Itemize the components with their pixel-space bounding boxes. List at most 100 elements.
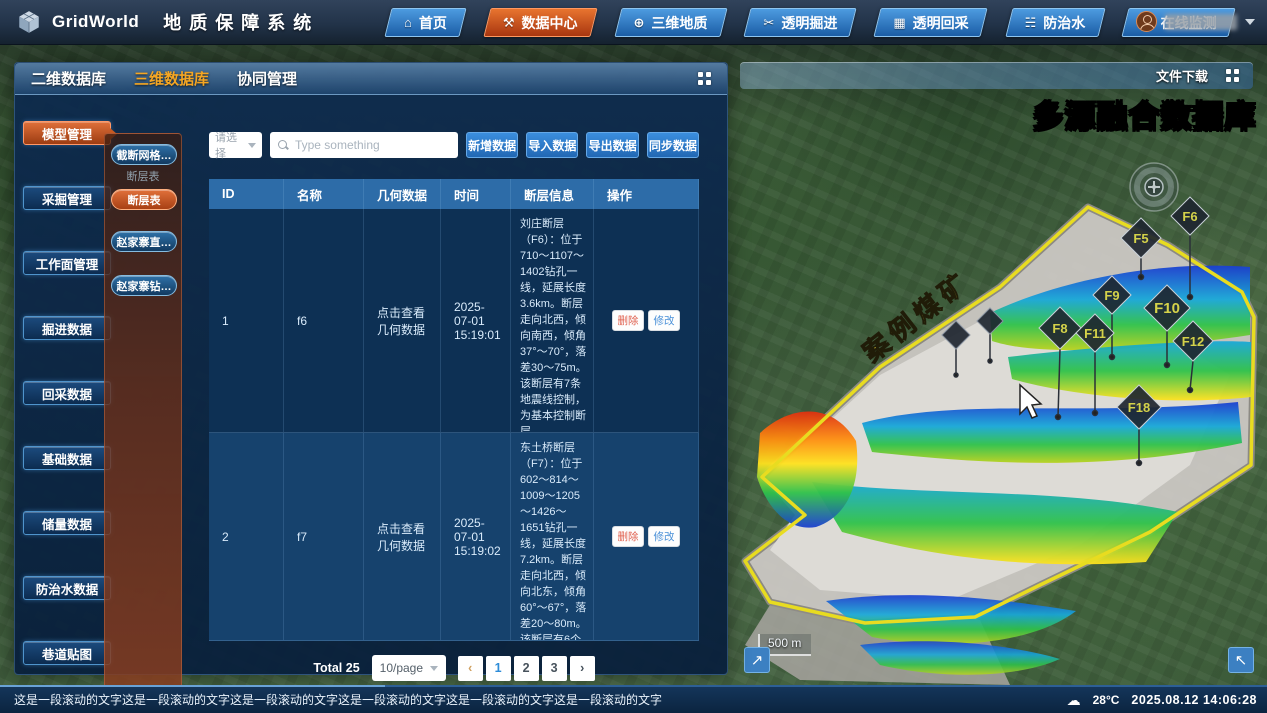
svg-text:F8: F8	[1052, 321, 1067, 336]
dataset-item-fault-table[interactable]: 断层表	[111, 189, 177, 210]
nav-label: 首页	[419, 13, 447, 33]
next-page-button[interactable]: ›	[570, 656, 595, 681]
tab-3d-database[interactable]: 三维数据库	[134, 68, 209, 89]
sidebar-item-model-management[interactable]: 模型管理	[23, 121, 111, 145]
tab-collaboration[interactable]: 协同管理	[237, 68, 297, 89]
top-navigation-bar: GridWorld 地质保障系统 ⌂ 首页 ⚒ 数据中心 ⊕ 三维地质 ✂ 透明…	[0, 0, 1267, 45]
expand-left-button[interactable]: ↗	[744, 647, 770, 673]
category-sidebar: 模型管理 采掘管理 工作面管理 掘进数据 回采数据 基础数据 储量数据 防治水数…	[23, 121, 111, 665]
sidebar-item-reserve-data[interactable]: 储量数据	[23, 511, 111, 535]
page-button-2[interactable]: 2	[514, 656, 539, 681]
mining-icon: ▦	[893, 16, 905, 29]
user-box[interactable]	[1136, 11, 1255, 32]
edit-button[interactable]: 修改	[648, 310, 680, 331]
geological-model	[745, 207, 1254, 685]
table-body: 1 f6 点击查看几何数据 2025-07-01 15:19:01 刘庄断层（F…	[209, 209, 699, 641]
page-buttons: ‹ 1 2 3 ›	[458, 656, 595, 681]
filter-select-value: 请选择	[215, 129, 248, 161]
svg-text:F18: F18	[1128, 400, 1150, 415]
file-download-button[interactable]: 文件下载	[1156, 66, 1208, 85]
sidebar-item-water-control-data[interactable]: 防治水数据	[23, 576, 111, 600]
map-header-band: 文件下载	[740, 62, 1253, 89]
nav-label: 防治水	[1043, 13, 1085, 33]
page-button-3[interactable]: 3	[542, 656, 567, 681]
sidebar-item-tunnel-texture[interactable]: 巷道贴图	[23, 641, 111, 665]
cell-actions: 删除 修改	[594, 433, 699, 640]
status-right: ☁ 28°C 2025.08.12 14:06:28	[1067, 687, 1257, 713]
nav-label: 三维地质	[651, 13, 707, 33]
search-input[interactable]	[295, 138, 450, 152]
water-icon: ☵	[1025, 16, 1037, 29]
nav-item-data-center[interactable]: ⚒ 数据中心	[487, 8, 594, 37]
table-row: 2 f7 点击查看几何数据 2025-07-01 15:19:02 东土桥断层（…	[209, 433, 699, 641]
cell-id: 1	[209, 209, 284, 432]
nav-label: 透明掘进	[781, 13, 837, 33]
cell-fault-info: 东土桥断层（F7）：位于602～814～1009～1205～1426～1651钻…	[511, 433, 594, 640]
table-row: 1 f6 点击查看几何数据 2025-07-01 15:19:01 刘庄断层（F…	[209, 209, 699, 433]
sidebar-item-basic-data[interactable]: 基础数据	[23, 446, 111, 470]
svg-text:F5: F5	[1133, 231, 1148, 246]
search-box[interactable]	[270, 132, 458, 158]
total-count: Total 25	[313, 661, 359, 675]
nav-item-3d-geology[interactable]: ⊕ 三维地质	[618, 8, 724, 37]
table-header: ID 名称 几何数据 时间 断层信息 操作	[209, 179, 699, 209]
delete-button[interactable]: 删除	[612, 310, 644, 331]
sidebar-item-extraction-data[interactable]: 回采数据	[23, 381, 111, 405]
table-content-area: 请选择 新增数据 导入数据 导出数据 同步数据 ID 名称	[209, 95, 699, 675]
add-data-button[interactable]: 新增数据	[466, 132, 518, 158]
chevron-down-icon[interactable]	[1245, 19, 1255, 25]
fault-marker-f6[interactable]: F6	[1171, 197, 1209, 235]
cell-name: f7	[284, 433, 364, 640]
nav-label: 透明回采	[913, 13, 969, 33]
excavation-icon: ✂	[763, 16, 774, 29]
tab-2d-database[interactable]: 二维数据库	[31, 68, 106, 89]
column-header-geometry: 几何数据	[364, 179, 441, 209]
column-header-name: 名称	[284, 179, 364, 209]
cell-geometry-link[interactable]: 点击查看几何数据	[364, 433, 441, 640]
nav-item-transparent-mining[interactable]: ▦ 透明回采	[877, 8, 984, 37]
cell-name: f6	[284, 209, 364, 432]
database-panel: 二维数据库 三维数据库 协同管理 模型管理 采掘管理 工作面管理 掘进数据 回采…	[14, 62, 728, 675]
compass-widget[interactable]	[1130, 163, 1178, 211]
filter-select[interactable]: 请选择	[209, 132, 262, 158]
dataset-item-zhaojiazhai-vertical[interactable]: 赵家寨直…	[111, 231, 177, 252]
chevron-down-icon	[430, 666, 438, 671]
chevron-down-icon	[248, 143, 256, 148]
svg-text:F12: F12	[1182, 334, 1204, 349]
page-size-select[interactable]: 10/page	[372, 655, 446, 681]
dataset-item-zhaojiazhai-drill[interactable]: 赵家寨钻…	[111, 275, 177, 296]
nav-label: 数据中心	[522, 13, 578, 33]
pagination: Total 25 10/page ‹ 1 2 3 ›	[209, 655, 699, 681]
nav-item-home[interactable]: ⌂ 首页	[388, 8, 463, 37]
status-bar: 这是一段滚动的文字这是一段滚动的文字这是一段滚动的文字这是一段滚动的文字这是一段…	[0, 685, 1267, 713]
cell-geometry-link[interactable]: 点击查看几何数据	[364, 209, 441, 432]
data-center-icon: ⚒	[503, 16, 515, 29]
prev-page-button[interactable]: ‹	[458, 656, 483, 681]
username-redacted	[1165, 14, 1237, 30]
sidebar-item-excavation-data[interactable]: 掘进数据	[23, 316, 111, 340]
nav-item-transparent-excavation[interactable]: ✂ 透明掘进	[747, 8, 853, 37]
delete-button[interactable]: 删除	[612, 526, 644, 547]
panel-body: 模型管理 采掘管理 工作面管理 掘进数据 回采数据 基础数据 储量数据 防治水数…	[15, 95, 727, 675]
user-avatar-icon[interactable]	[1136, 11, 1157, 32]
map-title-overlay: 多源融合数据库	[1033, 92, 1257, 136]
search-icon	[278, 140, 289, 151]
page-button-1[interactable]: 1	[486, 656, 511, 681]
table-toolbar: 请选择 新增数据 导入数据 导出数据 同步数据	[209, 132, 699, 158]
map-expand-icon[interactable]	[1226, 69, 1239, 82]
import-data-button[interactable]: 导入数据	[526, 132, 578, 158]
sidebar-item-workface-management[interactable]: 工作面管理	[23, 251, 111, 275]
dataset-item-grid[interactable]: 截断网格…	[111, 144, 177, 165]
expand-right-button[interactable]: ↖	[1228, 647, 1254, 673]
temperature: 28°C	[1093, 693, 1120, 707]
panel-expand-icon[interactable]	[698, 72, 711, 85]
page-size-value: 10/page	[380, 661, 423, 675]
sidebar-item-mining-management[interactable]: 采掘管理	[23, 186, 111, 210]
sync-data-button[interactable]: 同步数据	[647, 132, 699, 158]
nav-item-water-control[interactable]: ☵ 防治水	[1009, 8, 1102, 37]
export-data-button[interactable]: 导出数据	[586, 132, 638, 158]
system-title: 地质保障系统	[163, 9, 319, 35]
dataset-ghost-label: 断层表	[105, 168, 181, 184]
edit-button[interactable]: 修改	[648, 526, 680, 547]
marquee-text: 这是一段滚动的文字这是一段滚动的文字这是一段滚动的文字这是一段滚动的文字这是一段…	[14, 687, 914, 713]
